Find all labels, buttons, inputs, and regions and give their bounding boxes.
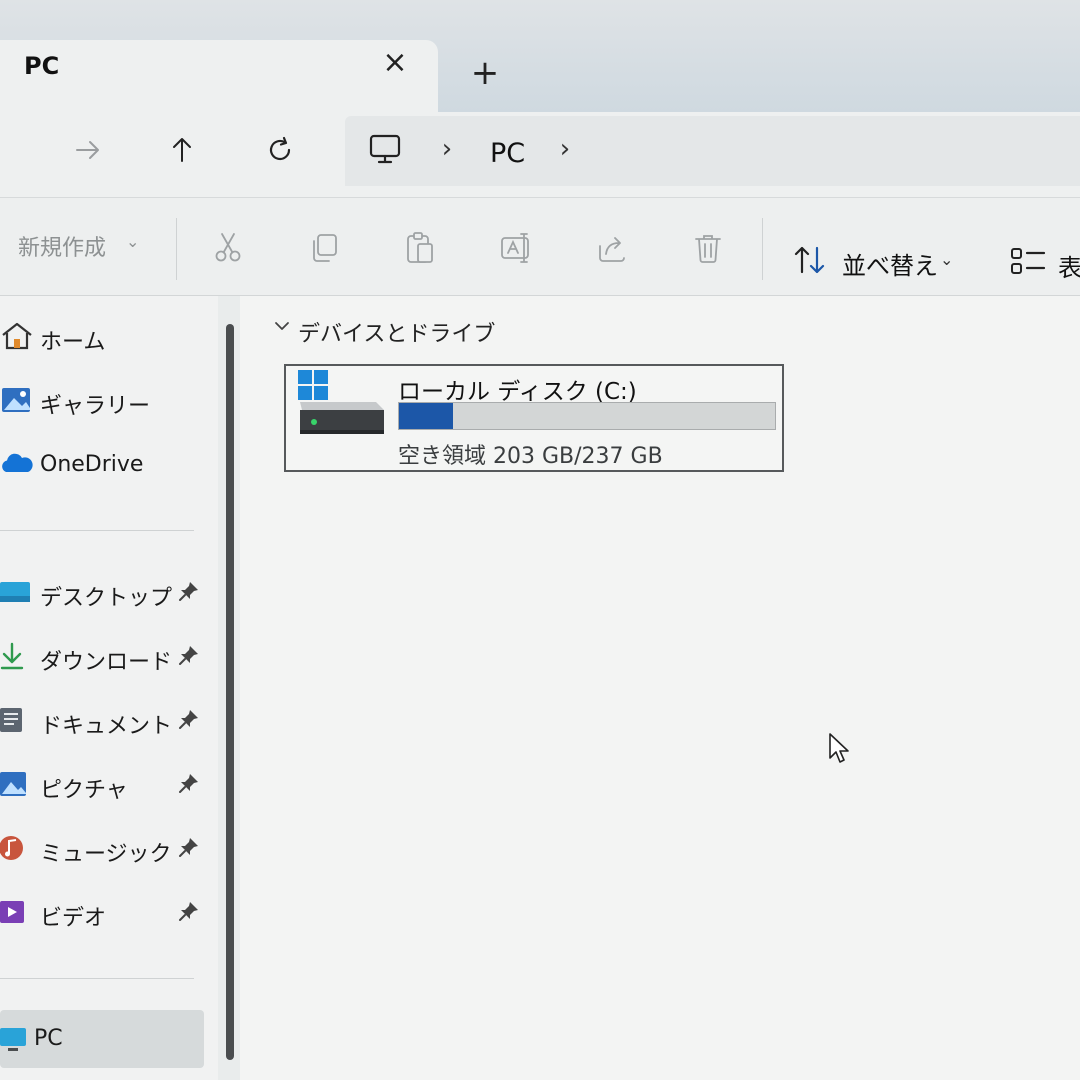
drive-usage-bar — [398, 402, 776, 430]
navigation-bar: › PC › — [0, 112, 1080, 198]
hard-drive-icon — [298, 370, 384, 434]
monitor-icon — [369, 134, 401, 164]
sidebar-item-home[interactable]: ホーム — [0, 310, 210, 362]
chevron-down-icon[interactable]: ⌄ — [126, 232, 139, 251]
copy-icon — [313, 234, 337, 262]
toolbar-divider — [176, 218, 177, 280]
title-bar: PC × + — [0, 0, 1080, 112]
sidebar-item-label: OneDrive — [40, 452, 144, 477]
sidebar-separator — [0, 530, 194, 531]
new-tab-icon[interactable]: + — [468, 56, 502, 90]
music-icon — [0, 836, 23, 860]
gallery-icon — [2, 388, 30, 412]
sidebar-item-label: ピクチャ — [40, 778, 128, 803]
breadcrumb-separator[interactable]: › — [435, 134, 459, 164]
share-icon — [599, 237, 625, 262]
paste-button[interactable] — [402, 230, 438, 266]
drive-name: ローカル ディスク (C:) — [398, 379, 637, 405]
sidebar-item-label: ダウンロード — [40, 650, 173, 675]
sidebar-separator-2 — [0, 978, 194, 979]
sidebar-item-gallery[interactable]: ギャラリー — [0, 374, 210, 426]
command-bar: 新規作成 ⌄ 並べ替え ⌄ 表 — [0, 198, 1080, 296]
drive-usage-fill — [399, 403, 453, 429]
pin-icon[interactable] — [178, 708, 200, 730]
sidebar-item-label: ギャラリー — [40, 394, 151, 419]
download-icon — [0, 642, 24, 670]
pin-icon[interactable] — [178, 836, 200, 858]
up-button[interactable] — [160, 128, 204, 172]
new-button[interactable]: 新規作成 — [18, 230, 106, 262]
sidebar-item-label: ビデオ — [40, 906, 107, 931]
paste-icon — [407, 232, 433, 263]
sidebar-item-pc[interactable]: PC — [0, 1010, 204, 1068]
forward-button[interactable] — [66, 128, 110, 172]
pin-icon[interactable] — [178, 900, 200, 922]
sidebar-item-label: ドキュメント — [40, 714, 173, 739]
home-icon — [2, 322, 32, 350]
view-button[interactable]: 表 — [1058, 248, 1080, 283]
tab-pc[interactable]: PC × — [0, 40, 438, 112]
toolbar-divider-2 — [762, 218, 763, 280]
sidebar-item-documents[interactable]: ドキュメント — [0, 694, 210, 746]
sidebar-item-onedrive[interactable]: OneDrive — [0, 438, 210, 490]
scissors-icon — [215, 233, 241, 262]
sort-chevron-down-icon[interactable]: ⌄ — [940, 250, 953, 269]
chevron-down-icon[interactable] — [272, 316, 292, 336]
sort-button[interactable]: 並べ替え — [842, 246, 938, 281]
refresh-icon — [269, 136, 291, 161]
desktop-folder-icon — [0, 582, 30, 602]
content-area: デバイスとドライブ ローカル ディスク (C:) 空き領域 203 GB/237… — [240, 296, 1080, 1080]
pc-icon — [0, 1028, 26, 1051]
sidebar-item-downloads[interactable]: ダウンロード — [0, 630, 210, 682]
cut-button[interactable] — [210, 230, 246, 266]
drive-c-tile[interactable]: ローカル ディスク (C:) 空き領域 203 GB/237 GB — [284, 364, 784, 472]
rename-icon — [501, 233, 529, 263]
breadcrumb-pc[interactable]: PC — [490, 138, 525, 169]
refresh-button[interactable] — [258, 128, 302, 172]
sidebar-scrollbar[interactable] — [226, 324, 234, 1060]
arrow-up-icon — [173, 138, 191, 162]
cloud-icon — [2, 453, 33, 472]
sort-icon[interactable] — [792, 242, 828, 278]
share-button[interactable] — [594, 230, 630, 266]
pictures-icon — [0, 772, 26, 796]
copy-button[interactable] — [306, 230, 342, 266]
document-icon — [0, 708, 22, 732]
sidebar-item-desktop[interactable]: デスクトップ — [0, 566, 210, 618]
sidebar-item-label: PC — [34, 1026, 63, 1051]
sidebar-item-videos[interactable]: ビデオ — [0, 886, 210, 938]
pin-icon[interactable] — [178, 580, 200, 602]
breadcrumb-separator-end[interactable]: › — [553, 134, 577, 164]
sidebar-item-pictures[interactable]: ピクチャ — [0, 758, 210, 810]
address-bar[interactable]: › PC › — [345, 116, 1080, 186]
close-tab-icon[interactable]: × — [380, 48, 410, 78]
tab-title: PC — [24, 52, 60, 80]
sidebar-item-label: ホーム — [40, 330, 106, 355]
drive-free-space: 空き領域 203 GB/237 GB — [398, 444, 663, 469]
trash-icon — [695, 235, 721, 263]
delete-button[interactable] — [690, 230, 726, 266]
view-list-icon[interactable] — [1010, 246, 1048, 278]
group-header[interactable]: デバイスとドライブ — [298, 316, 495, 348]
navigation-pane: ホーム ギャラリー OneDrive デスクトップ ダウンロード ドキュメント … — [0, 296, 218, 1080]
arrow-right-icon — [76, 141, 99, 159]
mouse-cursor-icon — [829, 733, 849, 763]
sidebar-item-label: デスクトップ — [40, 586, 173, 611]
video-icon — [0, 901, 24, 923]
sidebar-item-label: ミュージック — [40, 842, 172, 867]
pin-icon[interactable] — [178, 644, 200, 666]
sidebar-item-music[interactable]: ミュージック — [0, 822, 210, 874]
pin-icon[interactable] — [178, 772, 200, 794]
rename-button[interactable] — [498, 230, 534, 266]
